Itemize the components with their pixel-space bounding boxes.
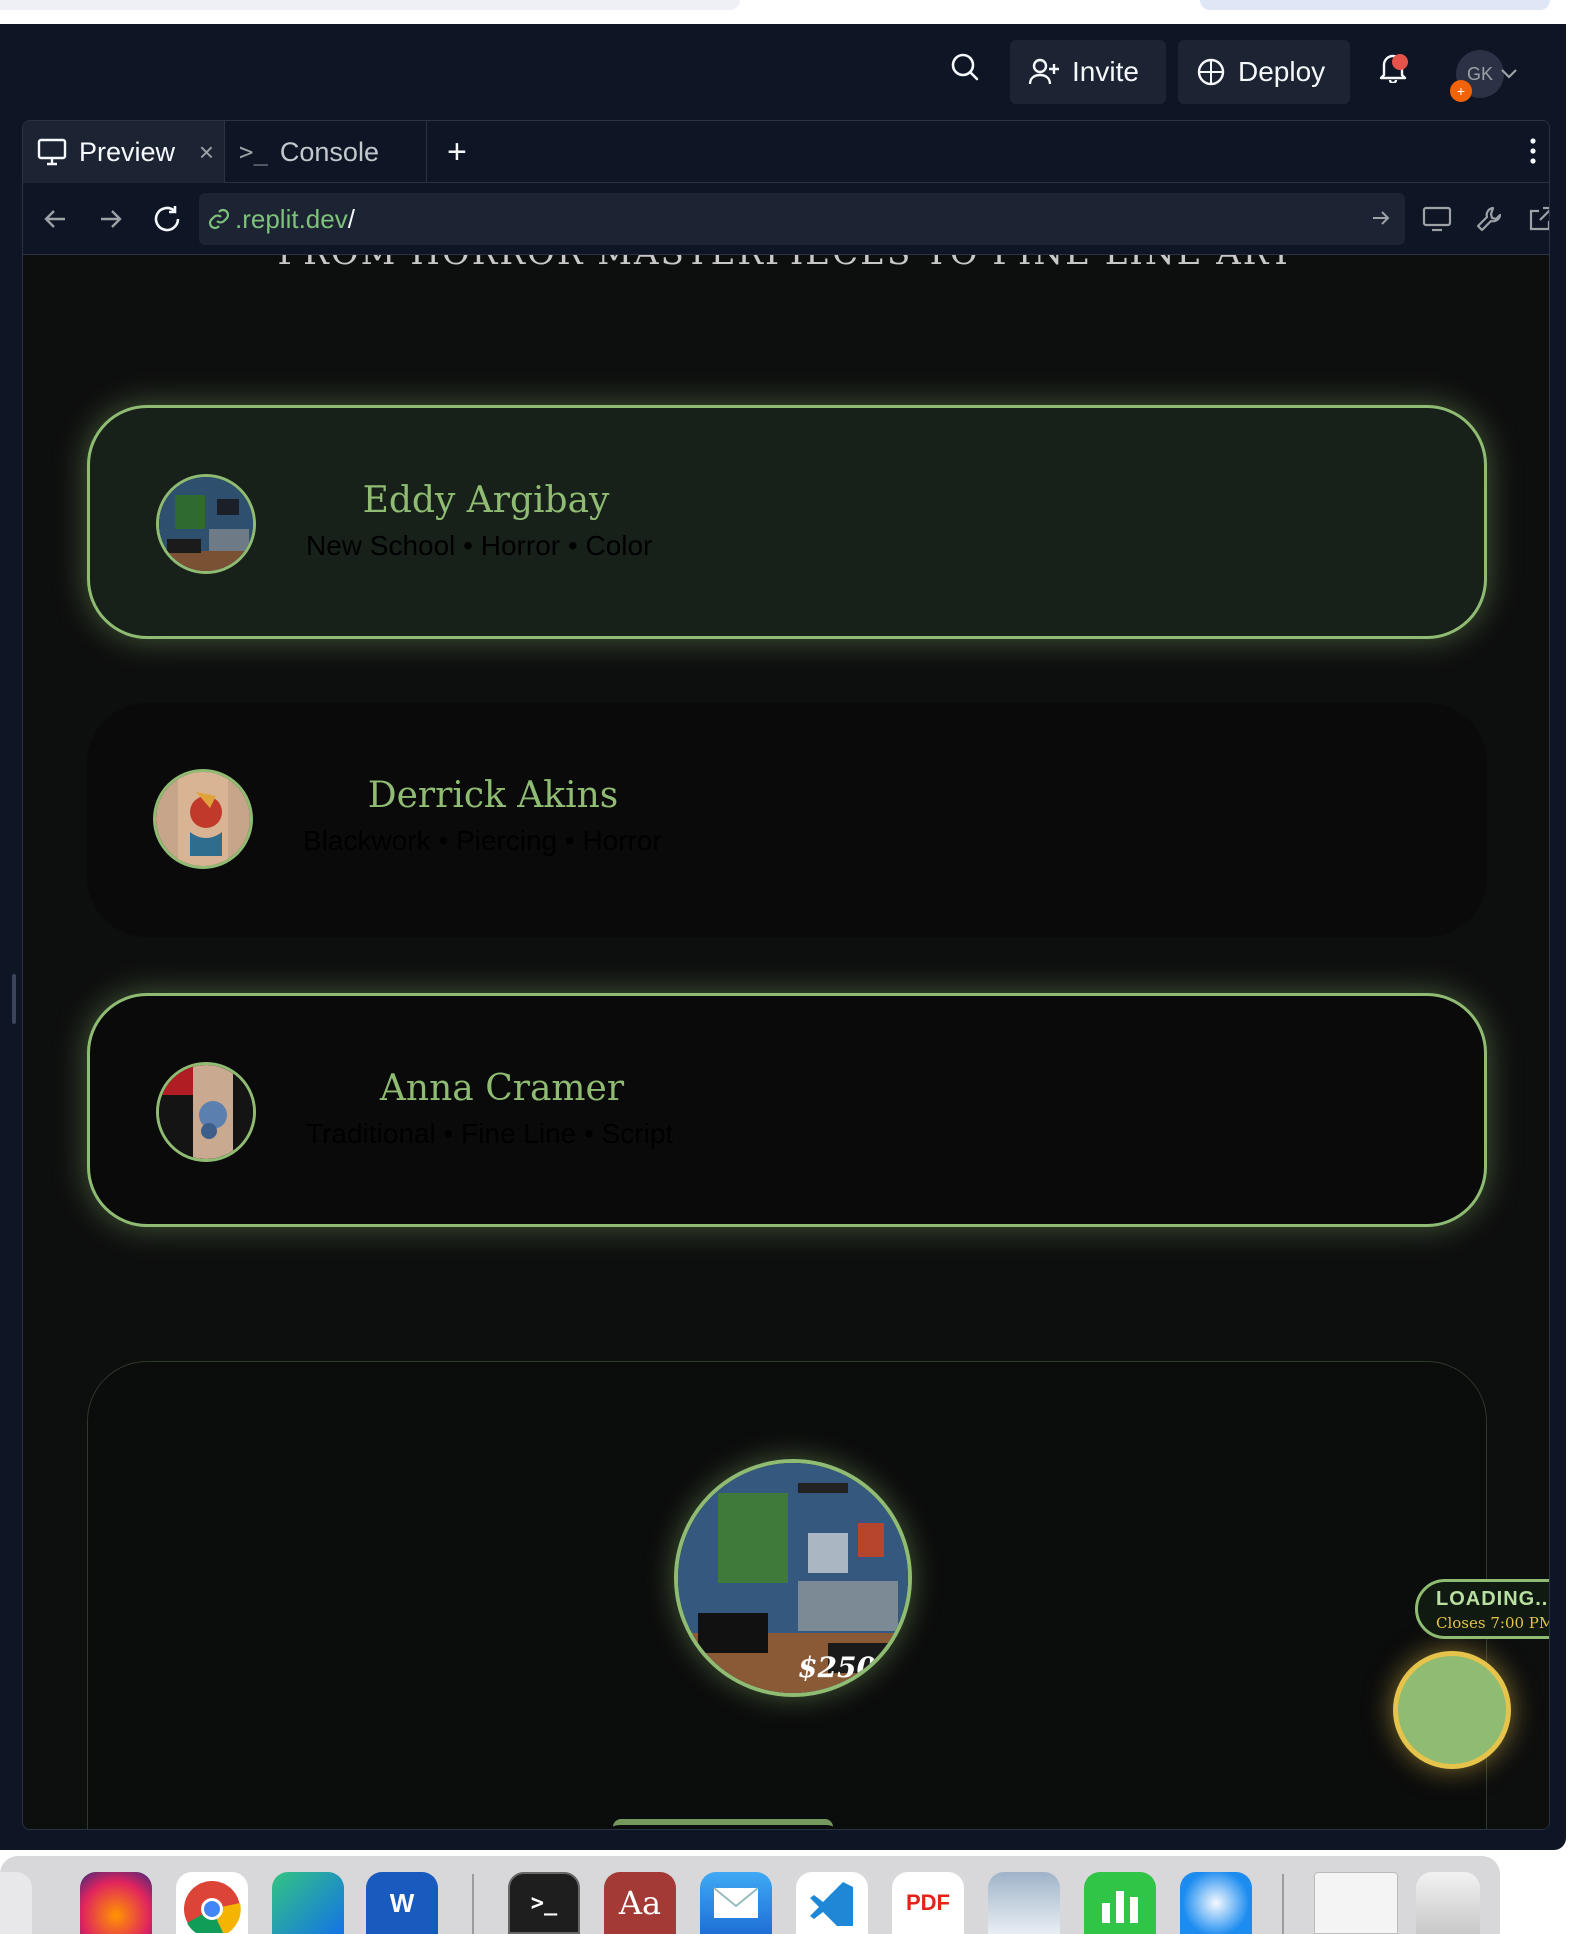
go-arrow-icon[interactable] xyxy=(1371,209,1391,227)
floating-action-button[interactable] xyxy=(1393,1651,1511,1769)
pdf-icon[interactable]: PDF xyxy=(892,1872,964,1934)
search-icon xyxy=(951,53,979,81)
arrow-left-icon xyxy=(44,210,65,228)
avatar-badge: + xyxy=(1450,80,1472,102)
dock-separator xyxy=(472,1874,474,1934)
back-button[interactable] xyxy=(33,197,77,241)
invite-label: Invite xyxy=(1072,56,1139,87)
dock-app-partial[interactable] xyxy=(0,1872,32,1934)
invite-button[interactable]: Invite xyxy=(1010,40,1166,104)
safari-icon[interactable] xyxy=(1180,1872,1252,1934)
chevron-down-icon xyxy=(1501,69,1517,79)
artist-avatar xyxy=(153,769,253,869)
browser-tab-bar-left[interactable] xyxy=(0,0,740,10)
browser-tab-bar-right[interactable] xyxy=(1200,0,1550,10)
tab-console[interactable]: >_ Console xyxy=(225,121,427,183)
open-new-tab-button[interactable] xyxy=(1519,197,1549,241)
browser-strip xyxy=(0,0,1572,24)
artist-styles: New School • Horror • Color xyxy=(306,530,653,561)
document-thumbnail[interactable] xyxy=(1314,1872,1398,1934)
vscode-icon[interactable] xyxy=(796,1872,868,1934)
numbers-icon[interactable] xyxy=(1084,1872,1156,1934)
arrow-right-icon xyxy=(101,210,122,228)
word-icon[interactable]: W xyxy=(366,1872,438,1934)
artist-styles: Blackwork • Piercing • Horror xyxy=(303,825,662,856)
url-host: .replit.dev xyxy=(235,204,348,234)
account-menu-button[interactable] xyxy=(1494,48,1524,98)
preview-icon[interactable] xyxy=(988,1872,1060,1934)
artist-styles: Traditional • Fine Line • Script xyxy=(306,1118,674,1149)
artist-name: Anna Cramer xyxy=(379,1068,625,1109)
more-vertical-icon xyxy=(1530,138,1536,164)
macos-dock: W >_ Aa PDF xyxy=(0,1856,1500,1934)
dictionary-icon[interactable]: Aa xyxy=(604,1872,676,1934)
close-icon[interactable]: × xyxy=(199,137,214,168)
artist-avatar xyxy=(156,1062,256,1162)
search-button[interactable] xyxy=(940,42,990,92)
replit-window: Invite Deploy GK + Preview × >_ Console xyxy=(0,24,1566,1850)
section-heading-partial xyxy=(613,1819,833,1829)
tab-console-label: Console xyxy=(279,136,379,167)
status-line-1: LOADING... xyxy=(1436,1588,1549,1610)
reload-icon xyxy=(154,206,180,232)
shop-price: $250 xyxy=(798,1651,876,1684)
hero-subtitle: FROM HORROR MASTERPIECES TO FINE LINE AR… xyxy=(23,255,1549,273)
monitor-icon xyxy=(37,138,67,166)
artist-name: Eddy Argibay xyxy=(362,480,610,521)
pane-tabs: Preview × >_ Console + xyxy=(23,121,1549,183)
artist-avatar xyxy=(156,474,256,574)
artist-card[interactable]: Eddy Argibay New School • Horror • Color xyxy=(87,405,1487,639)
deploy-label: Deploy xyxy=(1238,56,1326,87)
devtools-button[interactable] xyxy=(1467,197,1511,241)
tab-preview-label: Preview xyxy=(79,136,176,167)
webpage-viewport: FROM HORROR MASTERPIECES TO FINE LINE AR… xyxy=(23,255,1549,1829)
shop-card: $250 xyxy=(87,1361,1487,1829)
status-pill: LOADING... Closes 7:00 PM xyxy=(1415,1579,1549,1639)
tab-preview[interactable]: Preview × xyxy=(23,121,225,183)
resize-handle[interactable] xyxy=(12,974,16,1024)
url-input[interactable]: .replit.dev/ xyxy=(199,193,1405,245)
deploy-button[interactable]: Deploy xyxy=(1178,40,1350,104)
url-bar: .replit.dev/ xyxy=(23,183,1549,255)
monitor-icon xyxy=(1422,206,1452,232)
external-link-icon xyxy=(1529,206,1549,231)
preview-pane: Preview × >_ Console + .replit.dev/ Eddy… xyxy=(22,120,1550,1830)
terminal-icon: >_ xyxy=(239,138,268,166)
forward-button[interactable] xyxy=(89,197,133,241)
pane-menu-button[interactable] xyxy=(1511,129,1549,173)
status-line-2: Closes 7:00 PM xyxy=(1436,1614,1549,1632)
url-path: / xyxy=(347,204,355,234)
chrome-icon[interactable] xyxy=(176,1872,248,1934)
trash-icon[interactable] xyxy=(1416,1872,1480,1934)
url-text: .replit.dev/ xyxy=(235,204,355,235)
notification-dot xyxy=(1392,54,1408,70)
reload-button[interactable] xyxy=(145,197,189,241)
add-user-icon xyxy=(1028,58,1059,85)
terminal-icon[interactable]: >_ xyxy=(508,1872,580,1934)
dock-separator xyxy=(1282,1874,1284,1934)
link-icon xyxy=(208,208,230,230)
shop-photo: $250 xyxy=(674,1459,912,1697)
edge-icon[interactable] xyxy=(272,1872,344,1934)
artist-card[interactable]: Anna Cramer Traditional • Fine Line • Sc… xyxy=(87,993,1487,1227)
replit-topbar: Invite Deploy GK + xyxy=(0,24,1566,120)
mail-icon[interactable] xyxy=(700,1872,772,1934)
artist-name: Derrick Akins xyxy=(367,775,619,816)
artist-card[interactable]: Derrick Akins Blackwork • Piercing • Hor… xyxy=(87,703,1487,937)
wrench-icon xyxy=(1476,206,1502,232)
add-tab-button[interactable]: + xyxy=(427,121,491,183)
device-preview-button[interactable] xyxy=(1415,197,1459,241)
firefox-icon[interactable] xyxy=(80,1872,152,1934)
deploy-icon xyxy=(1197,58,1225,86)
